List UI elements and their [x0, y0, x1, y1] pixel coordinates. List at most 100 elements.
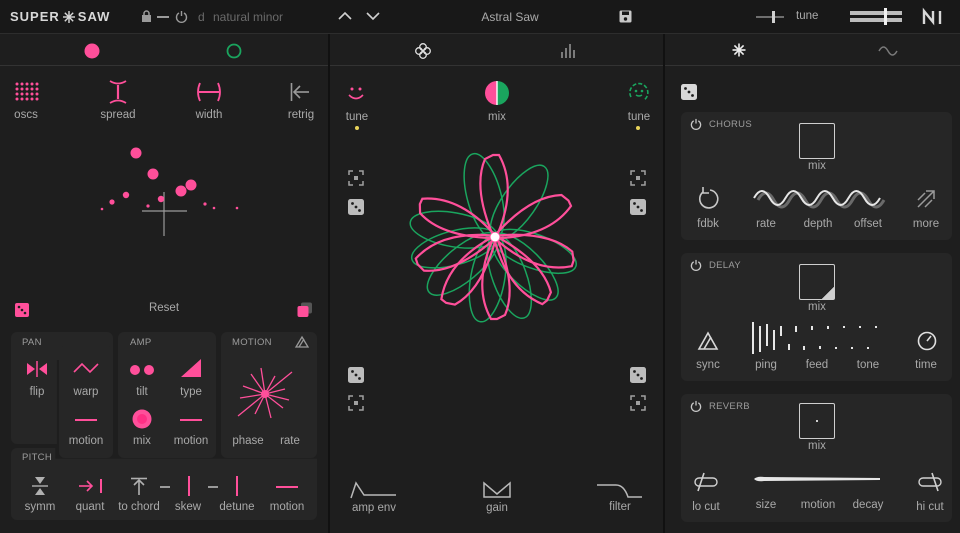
- tune-smile-icon[interactable]: [347, 86, 365, 102]
- amp-mix-knob[interactable]: [132, 409, 152, 429]
- tab-osc-a-icon[interactable]: [84, 43, 100, 59]
- type-icon[interactable]: [181, 359, 201, 377]
- ping-label: ping: [755, 359, 777, 371]
- reverb-title: REVERB: [709, 401, 750, 412]
- fx-dice-icon[interactable]: [681, 84, 697, 100]
- pitch-title: PITCH: [22, 452, 52, 463]
- quant-icon[interactable]: [78, 478, 104, 494]
- sync-icon[interactable]: [697, 331, 719, 350]
- osc-dot: [212, 206, 216, 210]
- fdbk-label: fdbk: [697, 218, 719, 230]
- delay-mix-pad[interactable]: [799, 264, 835, 300]
- tune-right-icon[interactable]: [628, 81, 650, 103]
- preset-name[interactable]: Astral Saw: [470, 10, 550, 24]
- dice-icon[interactable]: [630, 367, 646, 383]
- save-icon[interactable]: [619, 10, 632, 23]
- center-tab-bar: [330, 34, 663, 66]
- copy-icon[interactable]: [297, 302, 313, 318]
- detune-slider[interactable]: [236, 476, 238, 496]
- divider-left: [328, 34, 330, 533]
- fdbk-icon[interactable]: [697, 186, 719, 210]
- power-icon[interactable]: [175, 10, 188, 23]
- expand-icon[interactable]: [630, 170, 646, 186]
- gain-icon[interactable]: [483, 481, 511, 498]
- osc-dot: [175, 185, 187, 197]
- flip-label: flip: [29, 386, 45, 398]
- key-select[interactable]: d: [198, 10, 205, 24]
- chevron-down-icon[interactable]: [366, 11, 380, 21]
- time-label: time: [915, 359, 937, 371]
- amp-motion-slider[interactable]: [180, 419, 202, 421]
- retrig-label: retrig: [287, 109, 315, 121]
- expand-icon[interactable]: [348, 395, 364, 411]
- chorus-mix-pad[interactable]: [799, 123, 835, 159]
- to-chord-icon[interactable]: [130, 477, 148, 495]
- pitch-motion-slider[interactable]: [276, 486, 298, 488]
- time-knob[interactable]: [917, 331, 937, 351]
- randomize-icon[interactable]: [15, 303, 29, 317]
- filter-icon[interactable]: [596, 483, 642, 499]
- motion-burst-display[interactable]: [236, 366, 294, 422]
- dice-icon[interactable]: [630, 199, 646, 215]
- lo-cut-icon[interactable]: [694, 472, 718, 492]
- left-tab-bar: [0, 34, 328, 66]
- delay-title: DELAY: [709, 260, 741, 271]
- feed-label: feed: [805, 359, 829, 371]
- warp-icon[interactable]: [73, 362, 99, 374]
- oscs-grid-icon[interactable]: [15, 82, 39, 102]
- more-icon[interactable]: [916, 189, 936, 209]
- asterisk-icon[interactable]: [732, 43, 746, 57]
- delay-taps-display[interactable]: [752, 322, 880, 354]
- chorus-power-icon[interactable]: [690, 118, 702, 131]
- tone-label: tone: [856, 359, 880, 371]
- amp-env-icon[interactable]: [350, 481, 396, 499]
- amp-title: AMP: [130, 337, 152, 348]
- flip-icon[interactable]: [26, 361, 48, 377]
- type-label: type: [180, 386, 202, 398]
- mix-label: mix: [488, 111, 506, 123]
- spread-icon[interactable]: [108, 80, 128, 104]
- osc-dot: [203, 202, 207, 206]
- quant-label: quant: [75, 501, 105, 513]
- lock-icon[interactable]: [141, 10, 152, 23]
- detune-label: detune: [219, 501, 255, 513]
- reverb-power-icon[interactable]: [690, 400, 702, 413]
- chevron-up-icon[interactable]: [338, 11, 352, 21]
- dice-icon[interactable]: [348, 199, 364, 215]
- osc-dot: [185, 179, 197, 191]
- reset-button[interactable]: Reset: [140, 302, 188, 314]
- waveform-flower-display[interactable]: [400, 152, 590, 365]
- reverb-shape-display[interactable]: [754, 474, 880, 484]
- mix-knob[interactable]: [484, 80, 510, 106]
- tune-slider-icon[interactable]: [756, 10, 784, 24]
- delay-power-icon[interactable]: [690, 259, 702, 272]
- tilt-icon[interactable]: [129, 364, 155, 376]
- expand-icon[interactable]: [348, 170, 364, 186]
- dice-icon[interactable]: [348, 367, 364, 383]
- tune-right-indicator: [636, 126, 640, 130]
- output-level-handle[interactable]: [884, 8, 887, 25]
- warp-label: warp: [73, 386, 99, 398]
- wave-icon[interactable]: [878, 46, 898, 56]
- tab-osc-b-icon[interactable]: [226, 43, 242, 59]
- ni-logo-icon[interactable]: [922, 7, 944, 26]
- bars-icon[interactable]: [561, 44, 575, 58]
- symm-icon[interactable]: [32, 476, 48, 496]
- pan-motion-slider[interactable]: [75, 419, 97, 421]
- oscillator-spread-display[interactable]: [95, 140, 245, 240]
- chorus-mix-label: mix: [808, 160, 826, 172]
- retrig-icon[interactable]: [290, 82, 310, 102]
- gain-label: gain: [486, 502, 508, 514]
- motion-sync-icon[interactable]: [294, 335, 310, 348]
- output-level-meter[interactable]: [850, 11, 902, 15]
- scale-select[interactable]: natural minor: [213, 10, 283, 24]
- width-icon[interactable]: [195, 82, 223, 102]
- tune-label: tune: [796, 10, 819, 22]
- expand-icon[interactable]: [630, 395, 646, 411]
- minus-icon[interactable]: [157, 16, 169, 18]
- hi-cut-icon[interactable]: [918, 472, 942, 492]
- chorus-wave-display[interactable]: [753, 186, 886, 210]
- skew-slider[interactable]: [188, 476, 190, 496]
- flower-icon[interactable]: [415, 43, 431, 59]
- lo-cut-label: lo cut: [692, 501, 720, 513]
